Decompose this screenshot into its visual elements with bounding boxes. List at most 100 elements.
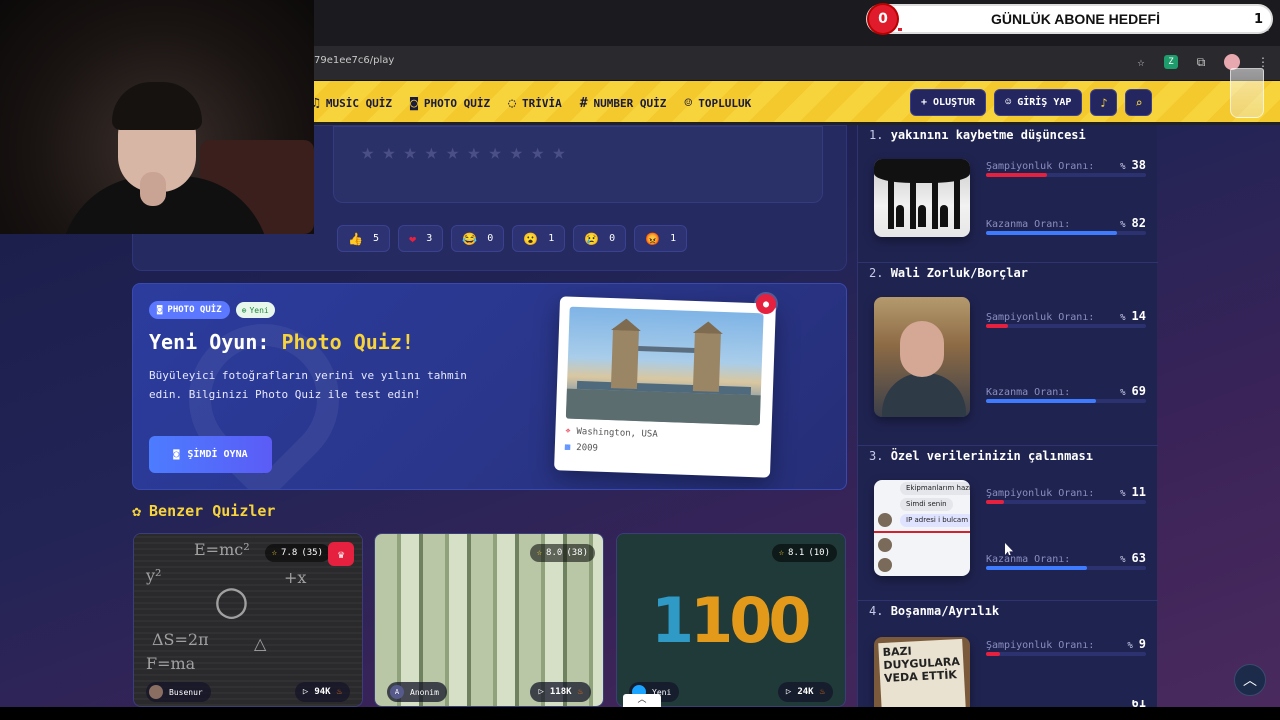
bookmark-star-icon[interactable]: ☆ <box>1134 55 1148 69</box>
championship-rate: Şampiyonluk Oranı: % 38 <box>986 158 1146 177</box>
progress-fill <box>986 399 1097 403</box>
ranking-sidebar: 1. yakınını kaybetme düşüncesi Şampiyonl… <box>857 125 1158 707</box>
progress-fill <box>986 566 1087 570</box>
goal-current-count: 0 <box>869 5 897 33</box>
quiz-plays: ▷ 118K ♨ <box>530 682 591 702</box>
photo-quiz-badge: ◙ PHOTO QUİZ <box>149 301 230 319</box>
hash-icon: # <box>579 95 588 111</box>
win-rate: Kazanma Oranı: % 63 <box>986 551 1146 570</box>
angry-icon: 😡 <box>645 231 661 246</box>
chevron-up-icon[interactable]: ︿ <box>623 694 661 707</box>
quiz-card[interactable]: 1100 ☆ 8.1 (10) Yeni ▷ 24K ♨ <box>616 533 846 707</box>
search-button[interactable]: ⌕ <box>1125 89 1153 116</box>
ranking-thumbnail: Ekipmanlarım hazır Simdi senin IP adresi… <box>874 480 970 576</box>
chevron-up-icon: ︿ <box>1243 673 1257 689</box>
laugh-icon: 😂 <box>462 231 478 246</box>
login-button[interactable]: ☺ GİRİŞ YAP <box>994 89 1083 116</box>
reaction-laugh[interactable]: 😂 0 <box>451 225 505 252</box>
reaction-like[interactable]: 👍 5 <box>337 225 390 252</box>
subscriber-goal-overlay: 0 GÜNLÜK ABONE HEDEFİ 1 <box>866 4 1273 34</box>
star-icon[interactable]: ★ <box>361 140 374 165</box>
search-icon: ⌕ <box>1135 95 1143 110</box>
new-badge: ⊕ Yeni <box>235 302 275 318</box>
star-icon[interactable]: ★ <box>404 140 417 165</box>
nav-number-quiz[interactable]: # NUMBER QUİZ <box>580 96 667 111</box>
ranking-item[interactable]: 2. Wali Zorluk/Borçlar Şampiyonluk Oranı… <box>858 263 1158 446</box>
photo-quiz-promo: ◙ PHOTO QUİZ ⊕ Yeni Yeni Oyun: Photo Quiz!… <box>132 283 847 490</box>
sad-icon: 😢 <box>584 231 600 246</box>
ranking-title: 1. yakınını kaybetme düşüncesi <box>869 128 1086 142</box>
camera-icon: ◙ <box>157 305 163 315</box>
quiz-plays: ▷ 24K ♨ <box>777 682 833 702</box>
ranking-thumbnail <box>874 159 970 237</box>
ranking-item[interactable]: 4. Boşanma/Ayrılık BAZI DUYGULARA VEDA E… <box>858 601 1158 707</box>
users-icon: ☺ <box>684 95 693 111</box>
win-rate: Kazanma Oranı: % 82 <box>986 216 1146 235</box>
star-icon[interactable]: ★ <box>510 140 523 165</box>
star-icon: ☆ <box>778 548 785 558</box>
play-icon: ▷ <box>538 687 544 697</box>
webcam-overlay <box>0 0 314 234</box>
quiz-card[interactable]: ☆ 8.0 (38) A Anonim ▷ 118K ♨ <box>374 533 604 707</box>
create-button[interactable]: + OLUŞTUR <box>910 89 987 116</box>
extension-icon[interactable]: Z <box>1164 55 1178 69</box>
reaction-angry[interactable]: 😡 1 <box>634 225 688 252</box>
star-icon[interactable]: ★ <box>425 140 438 165</box>
thumbs-up-icon: 👍 <box>348 231 363 246</box>
heart-icon: ❤ <box>408 231 417 246</box>
quiz-rating: ☆ 8.0 (38) <box>529 544 595 562</box>
star-icon[interactable]: ★ <box>382 140 395 165</box>
photo-location: ⌖ Washington, USA <box>565 426 658 440</box>
scroll-to-top-button[interactable]: ︿ <box>1234 664 1266 696</box>
progress-fill <box>986 173 1047 177</box>
star-rating[interactable]: ★ ★ ★ ★ ★ ★ ★ ★ ★ ★ <box>361 140 566 165</box>
ranking-thumbnail <box>874 297 970 417</box>
cubes-icon: ✿ <box>132 502 142 520</box>
play-icon: ▷ <box>302 687 309 697</box>
quiz-author[interactable]: A Anonim <box>387 682 447 702</box>
nav-community[interactable]: ☺ TOPLULUK <box>684 96 751 111</box>
ranking-thumbnail: BAZI DUYGULARA VEDA ETTİK <box>874 637 970 707</box>
nav-music-quiz[interactable]: ♫ MUSİC QUİZ <box>312 96 392 111</box>
quiz-rating: ☆ 7.8 (35) <box>264 544 330 562</box>
star-icon[interactable]: ★ <box>531 140 544 165</box>
goal-label: GÜNLÜK ABONE HEDEFİ <box>990 11 1160 27</box>
quiz-card[interactable]: E=mc² y² ΔS=2π F=ma △ ○ +x ☆ 7.8 (35) ♛ Bu… <box>133 533 363 707</box>
polaroid-photo: ⌖ Washington, USA ▦ 2009 <box>554 296 776 478</box>
avatar <box>149 685 163 699</box>
avatar: A <box>390 685 404 699</box>
wow-icon: 😮 <box>523 231 539 246</box>
quiz-author[interactable]: Busenur <box>146 682 211 702</box>
reaction-love[interactable]: ❤ 3 <box>397 225 444 252</box>
similar-quizzes-title: ✿ Benzer Quizler <box>132 502 276 520</box>
notifications-button[interactable]: ♪ <box>1090 89 1118 116</box>
win-rate: Kazanma Oranı: % 69 <box>986 384 1146 403</box>
goal-target: 1 <box>1253 11 1263 27</box>
championship-rate: Şampiyonluk Oranı: % 14 <box>986 309 1146 328</box>
kebab-menu-icon[interactable]: ⋮ <box>1256 55 1270 69</box>
star-icon[interactable]: ★ <box>467 140 480 165</box>
reaction-wow[interactable]: 😮 1 <box>512 225 566 252</box>
reaction-sad[interactable]: 😢 0 <box>573 225 627 252</box>
puzzle-icon[interactable]: ⧉ <box>1194 55 1208 69</box>
ranking-item[interactable]: 1. yakınını kaybetme düşüncesi Şampiyonl… <box>858 125 1158 263</box>
ranking-title: 2. Wali Zorluk/Borçlar <box>869 266 1028 280</box>
play-now-button[interactable]: ◙ ŞİMDİ OYNA <box>149 436 272 473</box>
star-icon[interactable]: ★ <box>489 140 502 165</box>
calendar-icon: ▦ <box>564 442 571 453</box>
url-text[interactable]: 79e1ee7c6/play <box>314 55 394 66</box>
nav-trivia[interactable]: ◌ TRİVİA <box>508 96 562 111</box>
ranking-item[interactable]: 3. Özel verilerinizin çalınması Ekipmanl… <box>858 446 1158 601</box>
progress-fill <box>986 324 1009 328</box>
fire-icon: ♨ <box>336 687 342 697</box>
star-icon[interactable]: ★ <box>552 140 565 165</box>
nav-photo-quiz[interactable]: ◙ PHOTO QUİZ <box>410 96 490 111</box>
promo-description: Büyüleyici fotoğrafların yerini ve yılın… <box>149 369 467 401</box>
promo-title: Yeni Oyun: Photo Quiz! <box>149 330 414 354</box>
progress-fill <box>986 652 1001 656</box>
championship-rate: Şampiyonluk Oranı: % 9 <box>986 637 1146 656</box>
location-pin-icon: ⌖ <box>565 426 571 437</box>
taskbar-edge <box>0 707 1280 720</box>
globe-icon: ⊕ <box>241 305 247 315</box>
star-icon[interactable]: ★ <box>446 140 459 165</box>
